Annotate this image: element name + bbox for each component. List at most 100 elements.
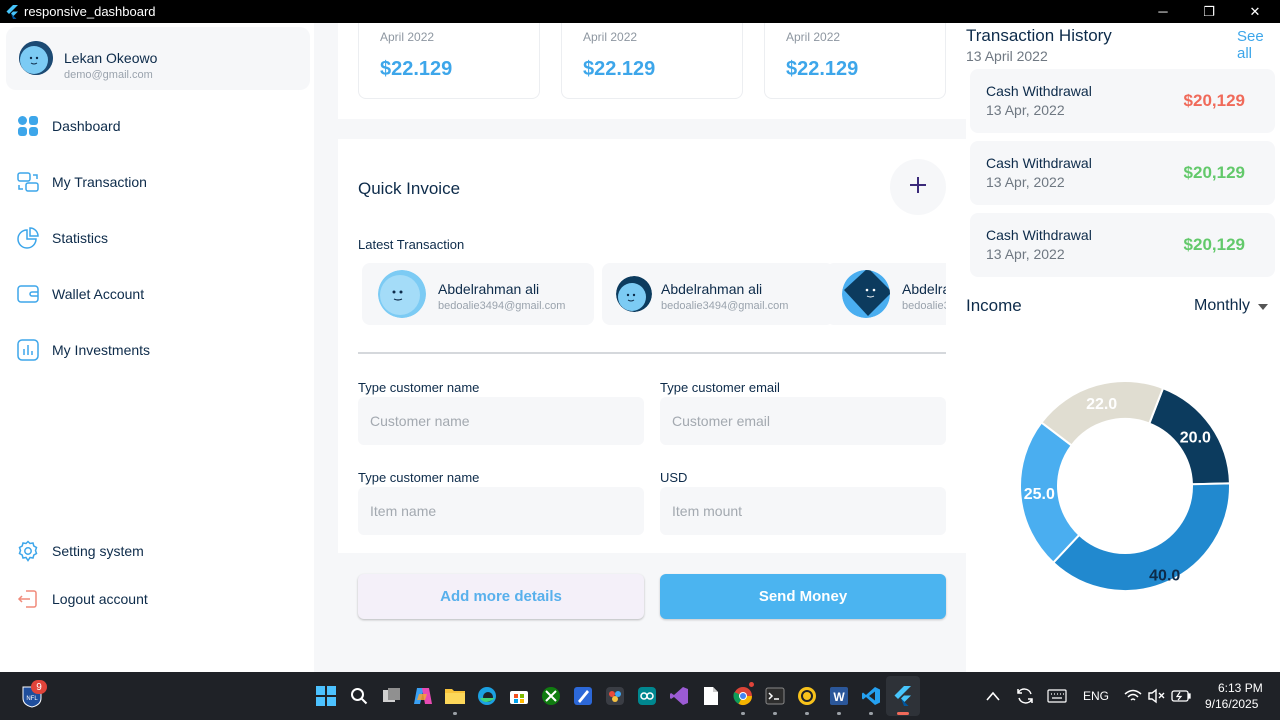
sidebar-item-investments[interactable]: My Investments bbox=[16, 335, 150, 365]
svg-text:W: W bbox=[833, 690, 845, 704]
avatar bbox=[842, 270, 890, 318]
maximize-button[interactable]: ❐ bbox=[1186, 0, 1232, 23]
invoice-title: Quick Invoice bbox=[358, 179, 461, 198]
profile-card[interactable]: Lekan Okeowo demo@gmail.com bbox=[6, 27, 310, 90]
chevron-up-icon[interactable] bbox=[981, 684, 1005, 708]
clock-time[interactable]: 6:13 PM bbox=[1218, 681, 1263, 695]
stat-card[interactable]: April 2022 $22.129 bbox=[358, 23, 540, 99]
chrome-badge bbox=[749, 682, 754, 687]
edge-icon[interactable] bbox=[475, 684, 499, 708]
contact-name: Abdelrahman ali bbox=[438, 281, 540, 297]
flutter-icon[interactable] bbox=[891, 684, 915, 708]
vscode-icon[interactable] bbox=[859, 684, 883, 708]
sidebar-item-label: Wallet Account bbox=[52, 286, 145, 302]
income-title: Income bbox=[966, 296, 1022, 315]
donut-slice-label: 20.0 bbox=[1180, 430, 1211, 447]
running-indicator bbox=[773, 712, 777, 715]
latest-transaction-label: Latest Transaction bbox=[358, 237, 465, 252]
latest-transaction-list: Abdelrahman ali bedoalie3494@gmail.com A… bbox=[358, 263, 946, 327]
sidebar-item-transaction[interactable]: My Transaction bbox=[16, 167, 147, 197]
stat-card[interactable]: April 2022 $22.129 bbox=[561, 23, 743, 99]
see-all-link[interactable]: See all bbox=[1237, 28, 1280, 62]
contact-email: bedoalie3494@gmail.com bbox=[438, 300, 566, 312]
sidebar-item-logout[interactable]: Logout account bbox=[16, 584, 148, 614]
windows-start-icon[interactable] bbox=[314, 684, 338, 708]
visual-studio-icon[interactable] bbox=[667, 684, 691, 708]
stat-card-date: April 2022 bbox=[380, 30, 435, 44]
xbox-icon[interactable] bbox=[539, 684, 563, 708]
contact-name: Abdelrahman ali bbox=[902, 281, 946, 297]
arduino-icon[interactable] bbox=[635, 684, 659, 708]
chrome-icon[interactable] bbox=[731, 684, 755, 708]
send-money-button[interactable]: Send Money bbox=[660, 574, 946, 619]
volume-muted-icon[interactable] bbox=[1144, 684, 1168, 708]
sidebar-item-dashboard[interactable]: Dashboard bbox=[16, 111, 121, 141]
contact-card[interactable]: Abdelrahman ali bedoalie3494@gmail.com bbox=[602, 263, 834, 325]
transaction-name: Cash Withdrawal bbox=[986, 83, 1092, 99]
sidebar-item-label: My Transaction bbox=[52, 174, 147, 190]
sidebar-item-settings[interactable]: Setting system bbox=[16, 536, 144, 566]
battery-icon[interactable] bbox=[1169, 684, 1193, 708]
window-titlebar: responsive_dashboard ─ ❐ ✕ bbox=[0, 0, 1280, 23]
sidebar-item-statistics[interactable]: Statistics bbox=[16, 223, 108, 253]
customer-email-input[interactable] bbox=[660, 397, 946, 445]
sidebar-item-label: Setting system bbox=[52, 543, 144, 559]
terminal-icon[interactable] bbox=[763, 684, 787, 708]
profile-name: Lekan Okeowo bbox=[64, 50, 158, 66]
file-explorer-icon[interactable] bbox=[443, 684, 467, 708]
dashboard-icon bbox=[16, 114, 40, 138]
pen-app-icon[interactable] bbox=[571, 684, 595, 708]
wifi-icon[interactable] bbox=[1121, 684, 1145, 708]
transaction-date: 13 Apr, 2022 bbox=[986, 174, 1065, 190]
postman-icon[interactable] bbox=[795, 684, 819, 708]
item-name-input[interactable] bbox=[358, 487, 644, 535]
language-indicator[interactable]: ENG bbox=[1083, 689, 1109, 703]
sidebar-item-wallet[interactable]: Wallet Account bbox=[16, 279, 144, 309]
transaction-item[interactable]: Cash Withdrawal 13 Apr, 2022 $20,129 bbox=[970, 69, 1275, 133]
sync-icon[interactable] bbox=[1013, 684, 1037, 708]
contact-card[interactable]: Abdelrahman ali bedoalie3494@gmail.com bbox=[826, 263, 946, 325]
item-name-label: Type customer name bbox=[358, 470, 480, 485]
running-indicator bbox=[805, 712, 809, 715]
income-donut-chart: 20.0 40.0 25.0 22.0 bbox=[1019, 380, 1231, 592]
document-icon[interactable] bbox=[699, 684, 723, 708]
donut-slice-label: 22.0 bbox=[1086, 396, 1117, 413]
svg-text:NFL: NFL bbox=[26, 696, 38, 702]
add-invoice-button[interactable] bbox=[890, 159, 946, 215]
period-dropdown-value: Monthly bbox=[1194, 297, 1251, 314]
store-icon[interactable] bbox=[507, 684, 531, 708]
contact-email: bedoalie3494@gmail.com bbox=[902, 300, 946, 312]
sidebar-item-label: My Investments bbox=[52, 342, 151, 358]
item-amount-input[interactable] bbox=[660, 487, 946, 535]
transaction-date: 13 Apr, 2022 bbox=[986, 246, 1065, 262]
task-view-icon[interactable] bbox=[380, 684, 404, 708]
word-icon[interactable]: W bbox=[827, 684, 851, 708]
clock-date[interactable]: 9/16/2025 bbox=[1205, 697, 1258, 711]
copilot-icon[interactable] bbox=[411, 684, 435, 708]
bar-chart-icon bbox=[16, 338, 40, 362]
transaction-history-date: 13 April 2022 bbox=[966, 48, 1048, 64]
transaction-amount: $20,129 bbox=[1183, 163, 1245, 182]
contact-card[interactable]: Abdelrahman ali bedoalie3494@gmail.com bbox=[362, 263, 594, 325]
stat-card[interactable]: April 2022 $22.129 bbox=[764, 23, 946, 99]
search-icon[interactable] bbox=[347, 684, 371, 708]
donut-slice-label: 25.0 bbox=[1024, 486, 1055, 503]
close-button[interactable]: ✕ bbox=[1232, 0, 1278, 23]
keyboard-icon[interactable] bbox=[1045, 684, 1069, 708]
notification-badge: 9 bbox=[31, 680, 47, 694]
transaction-item[interactable]: Cash Withdrawal 13 Apr, 2022 $20,129 bbox=[970, 213, 1275, 277]
donut-slice bbox=[1051, 482, 1231, 592]
stat-card-date: April 2022 bbox=[786, 30, 841, 44]
flutter-icon bbox=[0, 0, 24, 23]
currency-label: USD bbox=[660, 470, 688, 485]
stat-cards-panel: April 2022 $22.129 April 2022 $22.129 Ap… bbox=[338, 23, 966, 119]
customer-name-input[interactable] bbox=[358, 397, 644, 445]
transaction-name: Cash Withdrawal bbox=[986, 227, 1092, 243]
add-more-details-button[interactable]: Add more details bbox=[358, 574, 644, 619]
transaction-item[interactable]: Cash Withdrawal 13 Apr, 2022 $20,129 bbox=[970, 141, 1275, 205]
running-indicator bbox=[837, 712, 841, 715]
customer-email-label: Type customer email bbox=[660, 380, 780, 395]
minimize-button[interactable]: ─ bbox=[1140, 0, 1186, 23]
davinci-resolve-icon[interactable] bbox=[603, 684, 627, 708]
period-dropdown[interactable]: Monthly bbox=[1194, 297, 1269, 315]
